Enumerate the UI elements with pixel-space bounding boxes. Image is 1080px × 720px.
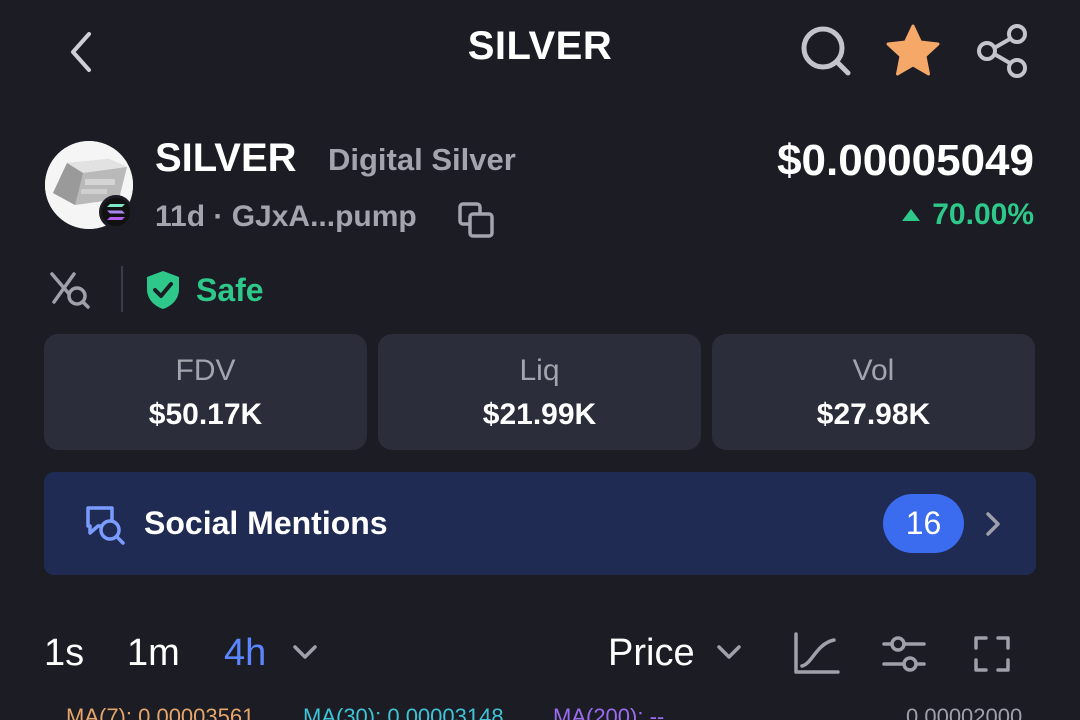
timeframe-dropdown[interactable] [290,640,320,664]
fullscreen-button[interactable] [966,628,1018,680]
token-name: Digital Silver [328,142,516,177]
price-axis-value: 0.00002000 [906,704,1023,720]
ma200-label: MA(200): -- [553,704,665,720]
divider [121,266,123,312]
line-chart-icon [794,632,840,674]
stat-card-vol[interactable]: Vol $27.98K [712,334,1035,450]
stat-value: $27.98K [816,398,931,431]
timeframe-1m[interactable]: 1m [127,632,180,675]
x-search-icon [50,272,90,309]
security-status[interactable]: Safe [196,272,264,309]
up-triangle-icon [902,209,921,221]
indicator-button[interactable] [790,628,842,680]
chart-mode-dropdown[interactable] [714,640,744,664]
ma7-label: MA(7): 0.00003561 [66,704,255,720]
token-age-address: 11d · GJxA...pump [155,200,417,233]
stat-value: $21.99K [482,398,597,431]
token-avatar [45,141,133,229]
token-price: $0.00005049 [777,136,1034,185]
expand-icon [974,636,1010,672]
stat-label: Liq [519,354,560,387]
copy-address-button[interactable] [456,200,496,240]
timeframe-1s[interactable]: 1s [44,632,84,675]
chat-search-icon [86,506,125,545]
stat-card-fdv[interactable]: FDV $50.17K [44,334,367,450]
shield-check-icon [145,270,181,310]
price-change: 70.00% [902,198,1034,232]
copy-icon [458,202,494,238]
share-button[interactable] [973,22,1031,80]
stat-card-liq[interactable]: Liq $21.99K [378,334,701,450]
solana-chain-badge [99,195,133,229]
chart-settings-button[interactable] [878,628,930,680]
search-icon [801,26,851,76]
solana-icon [107,204,125,220]
chevron-down-icon [293,645,317,659]
chevron-down-icon [717,645,741,659]
timeframe-4h[interactable]: 4h [224,632,266,675]
favorite-button[interactable] [884,22,942,80]
social-mentions-label: Social Mentions [144,505,388,541]
star-icon [886,24,940,76]
stat-value: $50.17K [148,398,263,431]
search-button[interactable] [797,22,855,80]
price-change-value: 70.00% [932,198,1034,231]
token-symbol: SILVER [155,136,297,180]
social-mentions-count: 16 [883,494,964,553]
stat-label: Vol [852,354,895,387]
chart-mode-select[interactable]: Price [608,632,695,675]
share-icon [977,24,1027,78]
social-mentions-button[interactable]: Social Mentions 16 [44,472,1036,575]
twitter-search-button[interactable] [48,268,92,312]
ma30-label: MA(30): 0.00003148 [303,704,504,720]
chevron-right-icon [986,512,1000,536]
stat-label: FDV [175,354,236,387]
sliders-icon [882,636,926,672]
